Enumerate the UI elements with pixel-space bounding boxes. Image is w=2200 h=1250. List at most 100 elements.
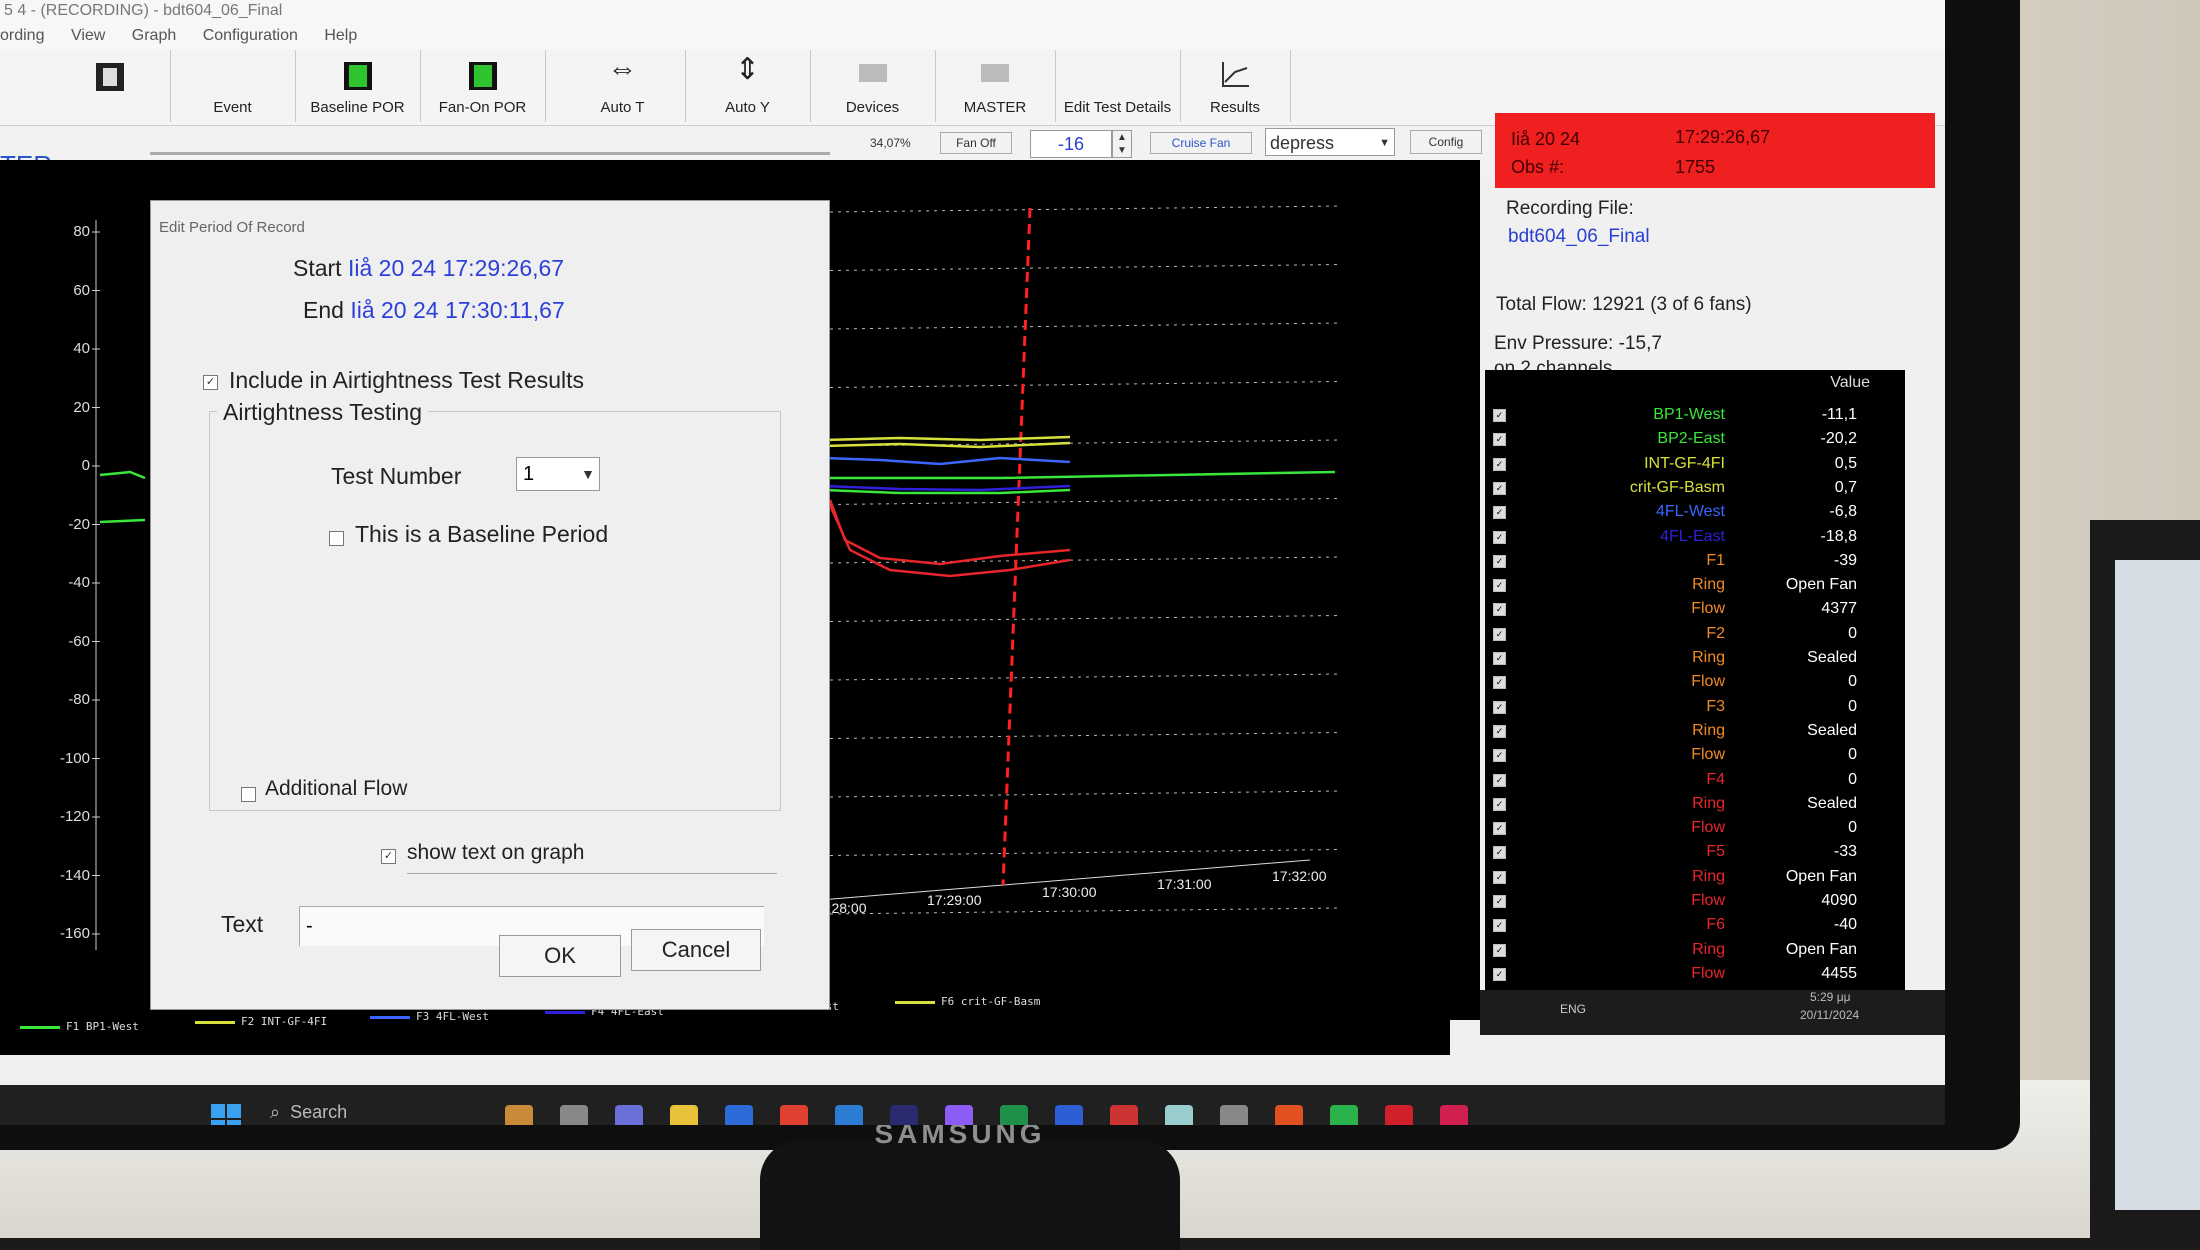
channel-value: 4455 <box>1821 964 1857 982</box>
clock-date[interactable]: 20/11/2024 <box>1800 1008 1859 1022</box>
channel-visible-checkbox[interactable]: ✓ <box>1493 943 1506 957</box>
channel-visible-checkbox[interactable]: ✓ <box>1493 797 1506 811</box>
fan-on-por-button[interactable]: Fan-On POR <box>420 50 546 122</box>
menu-view[interactable]: View <box>71 22 105 50</box>
pdf-app-icon[interactable] <box>1110 1105 1138 1125</box>
teams-icon[interactable] <box>615 1105 643 1125</box>
channel-visible-checkbox[interactable]: ✓ <box>1493 481 1506 495</box>
channel-visible-checkbox[interactable]: ✓ <box>1493 579 1506 593</box>
channel-visible-checkbox[interactable]: ✓ <box>1493 724 1506 738</box>
channel-row: ✓ Flow 0 <box>1485 673 1905 695</box>
menu-configuration[interactable]: Configuration <box>203 22 298 50</box>
channel-visible-checkbox[interactable]: ✓ <box>1493 433 1506 447</box>
channel-value: Sealed <box>1807 721 1857 739</box>
channel-visible-checkbox[interactable]: ✓ <box>1493 870 1506 884</box>
menu-recording[interactable]: ording <box>0 22 44 50</box>
cancel-button[interactable]: Cancel <box>631 929 761 971</box>
grid-line <box>829 907 1341 915</box>
channel-visible-checkbox[interactable]: ✓ <box>1493 700 1506 714</box>
setpoint-spinner[interactable]: ▲ ▼ <box>1112 130 1132 158</box>
status-time: 17:29:26,67 <box>1675 127 1771 147</box>
menu-help[interactable]: Help <box>324 22 357 50</box>
mode-select[interactable]: depress ▼ <box>1265 128 1395 156</box>
config-button[interactable]: Config <box>1410 130 1482 154</box>
menu-graph[interactable]: Graph <box>132 22 176 50</box>
baseline-por-button[interactable]: Baseline POR <box>295 50 421 122</box>
channel-visible-checkbox[interactable]: ✓ <box>1493 749 1506 763</box>
folder-icon[interactable] <box>670 1105 698 1125</box>
ok-button[interactable]: OK <box>499 935 621 977</box>
word-icon[interactable] <box>1055 1105 1083 1125</box>
windows-start-icon[interactable] <box>210 1103 242 1125</box>
channel-visible-checkbox[interactable]: ✓ <box>1493 603 1506 617</box>
deer-app-icon[interactable] <box>505 1105 533 1125</box>
channel-name: 4FL-West <box>1655 503 1725 521</box>
channel-visible-checkbox[interactable]: ✓ <box>1493 895 1506 908</box>
auto-t-button[interactable]: ⇔ Auto T <box>560 50 686 122</box>
channel-visible-checkbox[interactable]: ✓ <box>1493 846 1506 860</box>
channel-value: 0,7 <box>1834 478 1857 496</box>
file-manager-icon[interactable] <box>560 1105 588 1125</box>
auto-y-button[interactable]: ⇕ Auto Y <box>685 50 811 122</box>
chart-app-icon[interactable] <box>1440 1105 1468 1125</box>
additional-flow-checkbox[interactable] <box>241 787 256 802</box>
show-text-checkbox[interactable]: ✓ <box>381 849 396 864</box>
channel-visible-checkbox[interactable]: ✓ <box>1493 627 1506 641</box>
channel-visible-checkbox[interactable]: ✓ <box>1493 652 1506 665</box>
devices-button[interactable]: Devices <box>810 50 936 122</box>
timeline-slider[interactable] <box>150 152 830 155</box>
channel-value: Sealed <box>1807 794 1857 812</box>
include-checkbox[interactable]: ✓ <box>203 375 218 390</box>
y-tick-label: -140 <box>59 866 90 884</box>
channel-visible-checkbox[interactable]: ✓ <box>1493 457 1506 471</box>
clock-time[interactable]: 5:29 μμ <box>1810 990 1851 1004</box>
grid-line <box>829 673 1341 681</box>
whatsapp-icon[interactable] <box>1330 1105 1358 1125</box>
channel-visible-checkbox[interactable]: ✓ <box>1493 919 1506 933</box>
grid-line <box>829 264 1341 271</box>
cruise-fan-button[interactable]: Cruise Fan <box>1150 132 1252 154</box>
calculator-icon[interactable] <box>1165 1105 1193 1125</box>
channel-visible-checkbox[interactable]: ✓ <box>1493 554 1506 568</box>
end-label: End <box>303 297 344 323</box>
y-tick-label: 60 <box>73 281 90 299</box>
store-icon[interactable] <box>725 1105 753 1125</box>
baseline-checkbox[interactable] <box>329 531 344 546</box>
outlook-icon[interactable] <box>835 1105 863 1125</box>
channel-visible-checkbox[interactable]: ✓ <box>1493 967 1506 981</box>
results-button[interactable]: Results <box>1180 50 1291 122</box>
test-number-select[interactable]: 1 ▼ <box>516 457 600 491</box>
channel-name: Flow <box>1691 819 1725 837</box>
series-line-left-bp1 <box>99 470 146 480</box>
channel-value: Open Fan <box>1785 940 1857 958</box>
edit-test-details-button[interactable]: Edit Test Details <box>1055 50 1181 122</box>
taskbar-search[interactable]: ⌕ Search <box>270 1092 480 1125</box>
channel-visible-checkbox[interactable]: ✓ <box>1493 773 1506 787</box>
channel-visible-checkbox[interactable]: ✓ <box>1493 822 1506 836</box>
channel-visible-checkbox[interactable]: ✓ <box>1493 506 1506 520</box>
channel-row: ✓ Flow 0 <box>1485 819 1905 841</box>
photoshop-icon[interactable] <box>890 1105 918 1125</box>
event-button[interactable]: Event <box>170 50 296 122</box>
excel-icon[interactable] <box>1000 1105 1028 1125</box>
acrobat-icon[interactable] <box>1385 1105 1413 1125</box>
channel-name: Flow <box>1691 673 1725 691</box>
fan-off-button[interactable]: Fan Off <box>940 132 1012 154</box>
anydesk-icon[interactable] <box>1275 1105 1303 1125</box>
chrome-icon[interactable] <box>780 1105 808 1125</box>
pressure-setpoint-input[interactable]: -16 <box>1030 130 1112 158</box>
viber-icon[interactable] <box>945 1105 973 1125</box>
legend-item: F6 crit-GF-Basm <box>895 995 1040 1008</box>
channel-visible-checkbox[interactable]: ✓ <box>1493 530 1506 544</box>
stop-button[interactable] <box>50 50 171 122</box>
language-indicator[interactable]: ENG <box>1560 1002 1586 1016</box>
time-cursor[interactable] <box>1001 207 1032 886</box>
camera-icon[interactable] <box>1220 1105 1248 1125</box>
channel-name: Ring <box>1692 867 1725 885</box>
channel-value: 4377 <box>1821 600 1857 618</box>
channel-visible-checkbox[interactable]: ✓ <box>1493 676 1506 690</box>
x-tick-label: 17:32:00 <box>1272 868 1327 884</box>
master-button[interactable]: MASTER <box>935 50 1056 122</box>
channel-row: ✓ BP1-West -11,1 <box>1485 406 1905 428</box>
channel-visible-checkbox[interactable]: ✓ <box>1493 409 1506 422</box>
